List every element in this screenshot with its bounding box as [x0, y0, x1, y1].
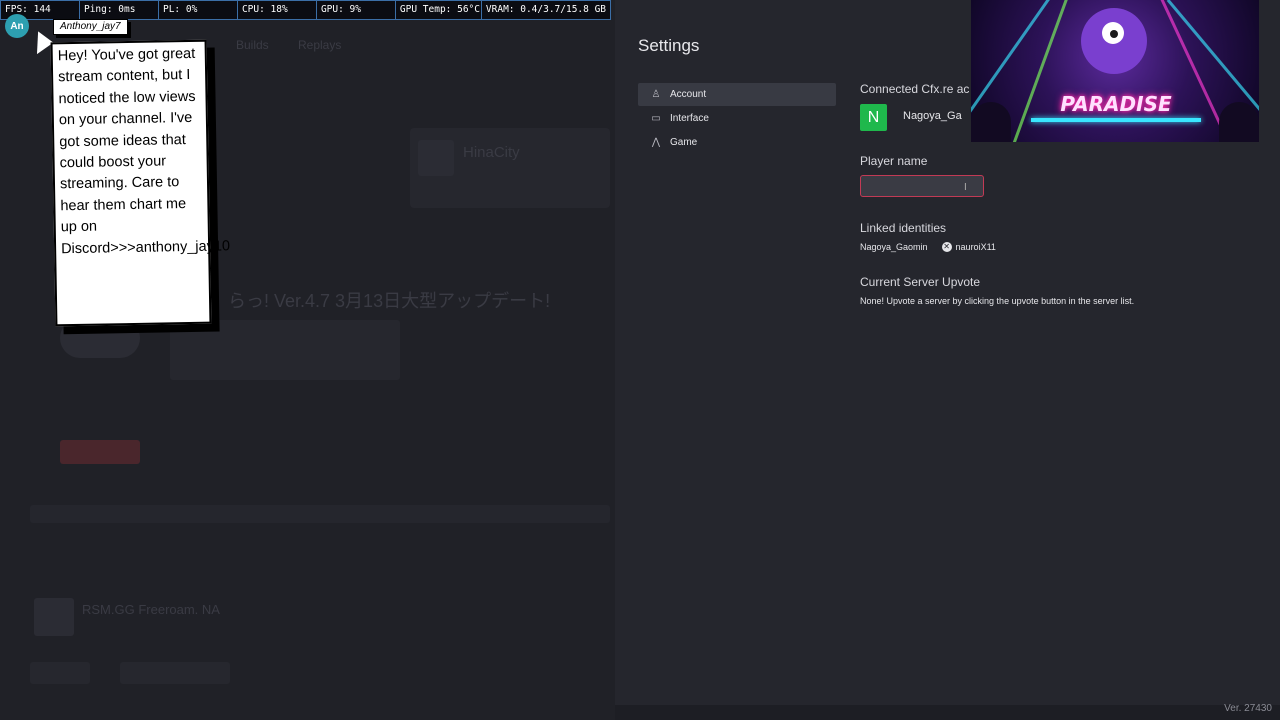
nav-item-account[interactable]: ♙ Account	[638, 83, 836, 106]
chat-avatar: An	[5, 14, 29, 38]
chat-message-bubble: Hey! You've got great stream content, bu…	[50, 39, 230, 327]
ping-readout: Ping: 0ms	[80, 1, 159, 19]
connected-account-heading: Connected Cfx.re ac	[860, 82, 970, 96]
packet-loss-readout: PL: 0%	[159, 1, 238, 19]
performance-overlay: FPS: 144 Ping: 0ms PL: 0% CPU: 18% GPU: …	[0, 0, 611, 20]
settings-nav: ♙ Account ▭ Interface ⋀ Game	[638, 83, 836, 155]
server-banner-text: らっ! Ver.4.7 3月13日大型アップデート!	[228, 291, 551, 311]
server-upvote-heading: Current Server Upvote	[860, 275, 981, 289]
gpu-readout: GPU: 9%	[317, 1, 396, 19]
monitor-icon: ▭	[651, 113, 661, 124]
server-upvote-text: None! Upvote a server by clicking the up…	[860, 296, 1135, 306]
account-avatar: N	[860, 104, 887, 131]
nav-item-game[interactable]: ⋀ Game	[638, 131, 836, 154]
player-name-heading: Player name	[860, 154, 928, 168]
featured-server-name: RSM.GG Freeroam. NA	[82, 602, 220, 617]
paradise-overlay-image: PARADISE	[971, 0, 1259, 142]
account-name: Nagoya_Ga	[903, 110, 962, 122]
linked-identity-primary: Nagoya_Gaomin	[860, 242, 928, 252]
server-card-icon	[418, 140, 454, 176]
version-label: Ver. 27430	[1224, 703, 1272, 714]
cpu-readout: CPU: 18%	[238, 1, 317, 19]
person-icon: ♙	[651, 89, 661, 100]
nav-item-label: Account	[670, 89, 707, 100]
linked-identity-xbox: ✕ nauroiX11	[941, 242, 996, 252]
vram-readout: VRAM: 0.4/3.7/15.8 GB	[485, 4, 607, 15]
server-card-title: HinaCity	[463, 144, 520, 161]
nav-item-label: Interface	[670, 113, 709, 124]
tab-builds: Builds	[236, 38, 269, 52]
bg-button-2	[120, 662, 230, 684]
neon-strip	[1031, 118, 1201, 122]
bg-button-1	[30, 662, 90, 684]
paradise-logo: PARADISE	[1060, 92, 1172, 116]
text-cursor-icon: I	[964, 182, 967, 193]
chat-username: Anthony_jay7	[53, 19, 128, 35]
xbox-icon: ✕	[941, 242, 952, 252]
tab-replays: Replays	[298, 38, 342, 52]
settings-title: Settings	[638, 36, 700, 55]
linked-identities-heading: Linked identities	[860, 221, 947, 235]
monster-pupil	[1110, 30, 1118, 38]
server-description	[170, 320, 400, 380]
nav-item-label: Game	[670, 137, 698, 148]
nav-item-interface[interactable]: ▭ Interface	[638, 107, 836, 130]
crowd-silhouette	[971, 102, 1011, 142]
gpu-temp-readout: GPU Temp: 56°C	[396, 1, 482, 19]
connect-button	[60, 440, 140, 464]
linked-identities-list: Nagoya_Gaomin ✕ nauroiX11	[860, 242, 996, 252]
crowd-silhouette	[1219, 102, 1259, 142]
server-title-bar	[30, 505, 610, 523]
linked-identity-xbox-name: nauroiX11	[955, 242, 996, 252]
game-icon: ⋀	[651, 137, 661, 148]
featured-server-icon	[34, 598, 74, 636]
